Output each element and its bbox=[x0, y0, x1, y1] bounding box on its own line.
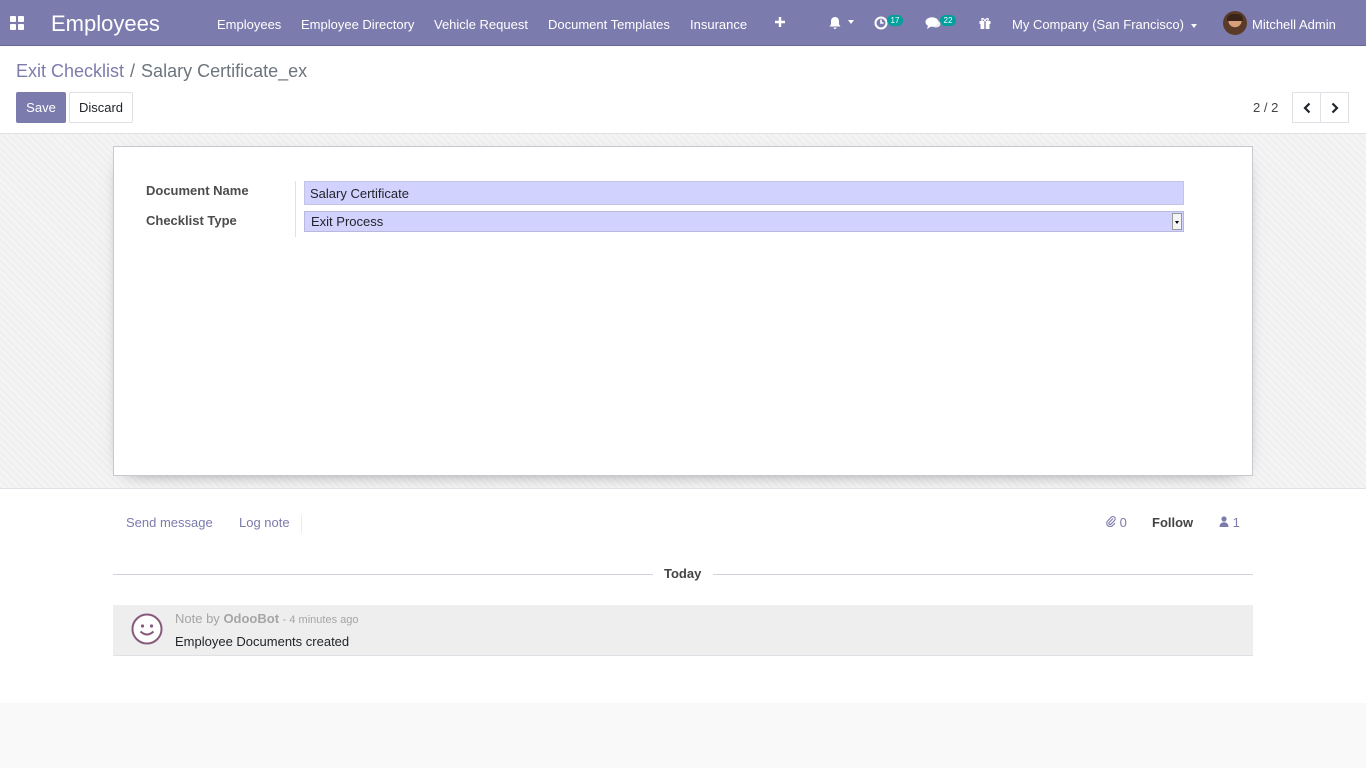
activity-badge: 17 bbox=[887, 15, 903, 26]
checklist-type-value: Exit Process bbox=[311, 214, 384, 229]
menu-vehicle-request[interactable]: Vehicle Request bbox=[434, 17, 528, 32]
date-divider-left bbox=[113, 574, 653, 575]
attachments-count: 0 bbox=[1119, 515, 1127, 530]
gift-icon[interactable] bbox=[978, 16, 992, 33]
form-sheet: Document Name Checklist Type Exit Proces… bbox=[113, 146, 1253, 476]
send-message-button[interactable]: Send message bbox=[126, 515, 213, 530]
followers-count: 1 bbox=[1232, 515, 1240, 530]
user-icon bbox=[1219, 516, 1229, 527]
avatar[interactable] bbox=[1223, 11, 1247, 35]
menu-document-templates[interactable]: Document Templates bbox=[548, 17, 670, 32]
chat-icon[interactable] bbox=[925, 16, 941, 33]
message-header: Note by OdooBot - 4 minutes ago bbox=[175, 611, 358, 626]
control-panel: Exit Checklist / Salary Certificate_ex Sav… bbox=[0, 47, 1366, 134]
followers-button[interactable]: 1 bbox=[1219, 515, 1240, 530]
date-divider-label: Today bbox=[664, 566, 702, 581]
checklist-type-label: Checklist Type bbox=[146, 213, 237, 228]
breadcrumb-separator: / bbox=[130, 61, 136, 81]
save-button[interactable]: Save bbox=[16, 92, 66, 123]
document-name-input[interactable] bbox=[304, 181, 1184, 205]
message-item: Note by OdooBot - 4 minutes ago Employee… bbox=[113, 605, 1253, 656]
paperclip-icon bbox=[1106, 516, 1116, 528]
message-prefix: Note by bbox=[175, 611, 220, 626]
breadcrumb-parent[interactable]: Exit Checklist bbox=[16, 61, 124, 81]
message-body: Employee Documents created bbox=[175, 634, 350, 649]
pager-previous-button[interactable] bbox=[1292, 92, 1321, 123]
company-name: My Company (San Francisco) bbox=[1012, 17, 1184, 32]
pager-next-button[interactable] bbox=[1320, 92, 1349, 123]
menu-employee-directory[interactable]: Employee Directory bbox=[301, 17, 414, 32]
app-name[interactable]: Employees bbox=[51, 11, 160, 37]
chevron-right-icon bbox=[1331, 102, 1339, 114]
apps-icon[interactable] bbox=[10, 16, 25, 30]
chevron-left-icon bbox=[1303, 102, 1311, 114]
checklist-type-select[interactable]: Exit Process bbox=[304, 211, 1184, 232]
page-title: Salary Certificate_ex bbox=[141, 61, 308, 81]
message-time: - 4 minutes ago bbox=[282, 614, 359, 626]
clock-icon[interactable] bbox=[874, 16, 888, 33]
message-badge: 22 bbox=[940, 15, 956, 26]
chevron-down-icon bbox=[1190, 23, 1197, 28]
menu-employees[interactable]: Employees bbox=[217, 17, 281, 32]
chatter-divider bbox=[301, 515, 302, 533]
pager-value[interactable]: 2 / 2 bbox=[1253, 100, 1278, 115]
log-note-button[interactable]: Log note bbox=[239, 515, 290, 530]
top-navbar: Employees Employees Employee Directory V… bbox=[0, 0, 1366, 46]
user-menu[interactable]: Mitchell Admin bbox=[1252, 17, 1336, 32]
plus-icon[interactable] bbox=[774, 16, 786, 31]
message-author[interactable]: OdooBot bbox=[223, 611, 279, 626]
follow-button[interactable]: Follow bbox=[1152, 515, 1193, 530]
bell-icon[interactable] bbox=[828, 16, 854, 33]
company-switcher[interactable]: My Company (San Francisco) bbox=[1012, 17, 1197, 32]
menu-insurance[interactable]: Insurance bbox=[690, 17, 747, 32]
chatter: Send message Log note 0 Follow 1 Today N… bbox=[0, 488, 1366, 703]
date-divider-right bbox=[713, 574, 1253, 575]
breadcrumb: Exit Checklist / Salary Certificate_ex bbox=[16, 61, 307, 82]
discard-button[interactable]: Discard bbox=[69, 92, 133, 123]
chevron-down-icon bbox=[1172, 213, 1182, 230]
attachments-button[interactable]: 0 bbox=[1106, 515, 1127, 530]
odoobot-avatar-icon[interactable] bbox=[131, 613, 163, 645]
document-name-label: Document Name bbox=[146, 183, 249, 198]
field-divider bbox=[295, 181, 296, 237]
